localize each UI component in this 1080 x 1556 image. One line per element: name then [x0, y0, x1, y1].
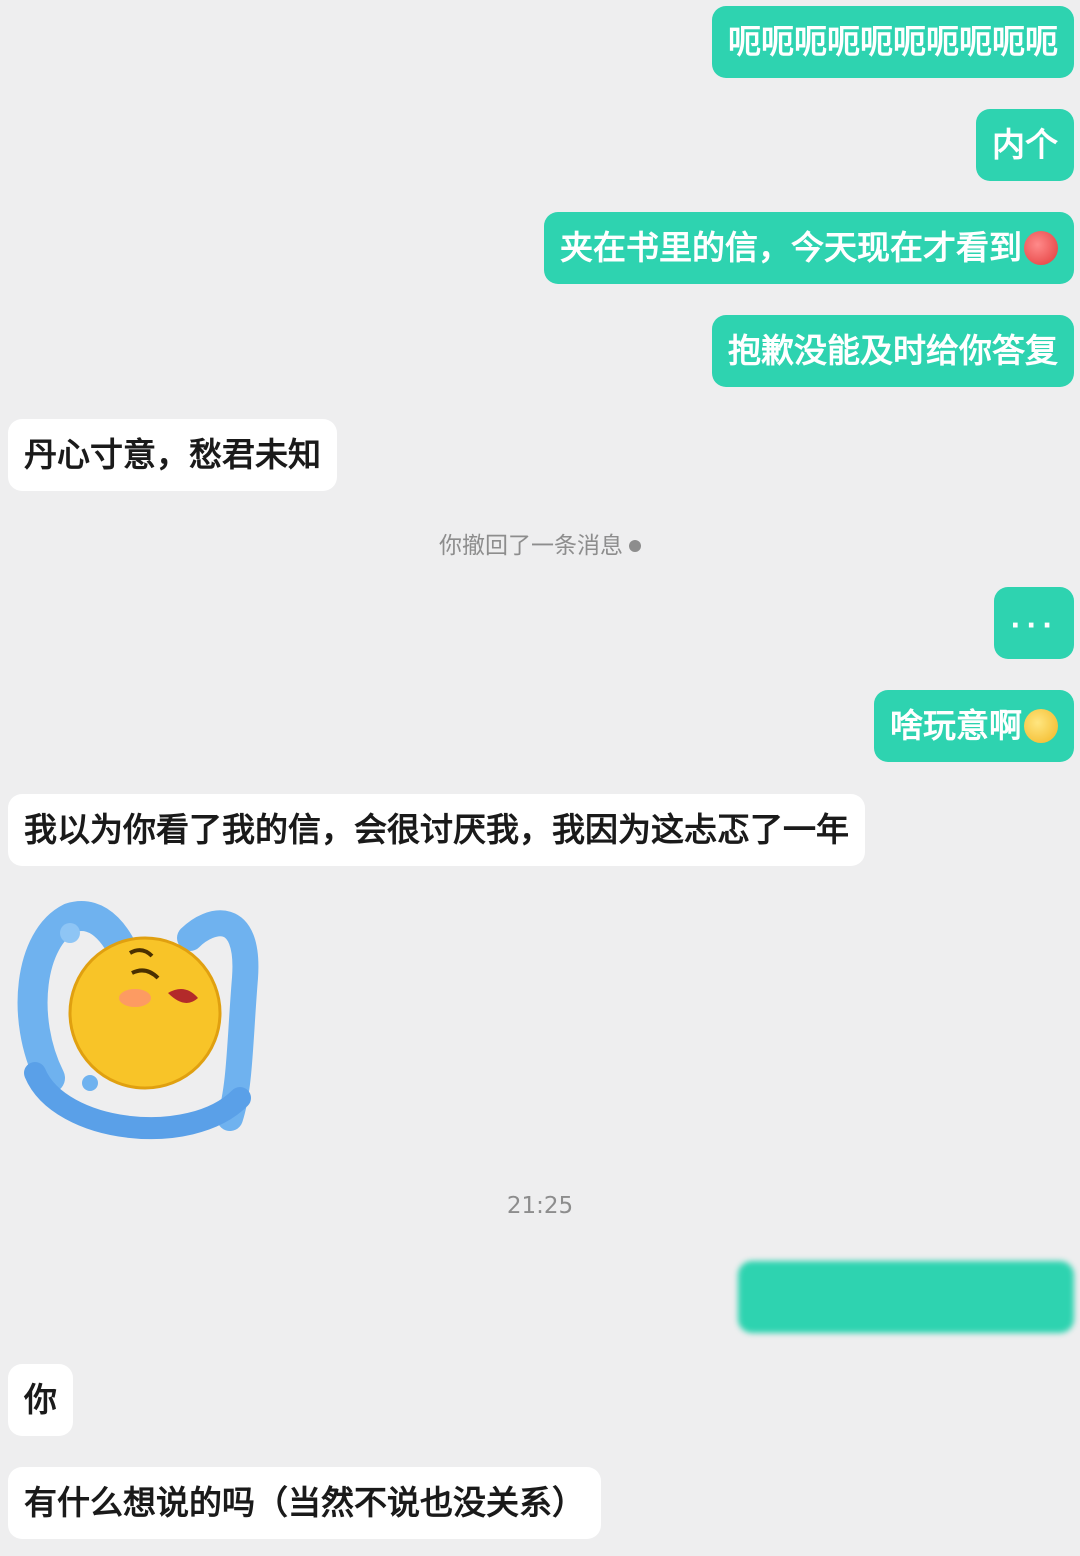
- message-text: ···: [1010, 611, 1058, 641]
- message-text: 丹心寸意，愁君未知: [24, 435, 321, 474]
- message-text: 抱歉没能及时给你答复: [728, 331, 1058, 370]
- crying-face-sticker-icon[interactable]: [10, 898, 262, 1144]
- message-bubble-outgoing[interactable]: 呃呃呃呃呃呃呃呃呃呃: [712, 6, 1074, 78]
- message-bubble-outgoing[interactable]: 内个: [976, 109, 1074, 181]
- chat-window: 呃呃呃呃呃呃呃呃呃呃 内个 夹在书里的信，今天现在才看到 抱歉没能及时给你答复 …: [0, 0, 1080, 1556]
- withdrawn-text: 你撤回了一条消息: [439, 533, 623, 559]
- timestamp: 21:25: [0, 1193, 1080, 1219]
- flushed-face-emoji-icon: [1024, 231, 1058, 265]
- message-bubble-outgoing-hidden[interactable]: [738, 1261, 1074, 1333]
- message-text: 我以为你看了我的信，会很讨厌我，我因为这忐忑了一年: [24, 810, 849, 849]
- message-text: 你: [24, 1380, 57, 1419]
- timestamp-text: 21:25: [506, 1193, 574, 1219]
- message-text: 呃呃呃呃呃呃呃呃呃呃: [728, 22, 1058, 61]
- withdrawn-notice: 你撤回了一条消息: [0, 526, 1080, 560]
- x-circle-icon: [629, 540, 641, 552]
- message-bubble-outgoing[interactable]: 抱歉没能及时给你答复: [712, 315, 1074, 387]
- message-bubble-outgoing[interactable]: 夹在书里的信，今天现在才看到: [544, 212, 1074, 284]
- message-text: 啥玩意啊: [890, 706, 1022, 745]
- message-bubble-outgoing[interactable]: ···: [994, 587, 1074, 659]
- message-text: 夹在书里的信，今天现在才看到: [560, 228, 1022, 267]
- smirk-face-emoji-icon: [1024, 709, 1058, 743]
- message-bubble-outgoing[interactable]: 啥玩意啊: [874, 690, 1074, 762]
- message-text: 内个: [992, 125, 1058, 164]
- message-text: 有什么想说的吗（当然不说也没关系）: [24, 1483, 585, 1522]
- message-bubble-incoming[interactable]: 丹心寸意，愁君未知: [8, 419, 337, 491]
- message-bubble-incoming[interactable]: 你: [8, 1364, 73, 1436]
- message-bubble-incoming[interactable]: 有什么想说的吗（当然不说也没关系）: [8, 1467, 601, 1539]
- message-bubble-incoming[interactable]: 我以为你看了我的信，会很讨厌我，我因为这忐忑了一年: [8, 794, 865, 866]
